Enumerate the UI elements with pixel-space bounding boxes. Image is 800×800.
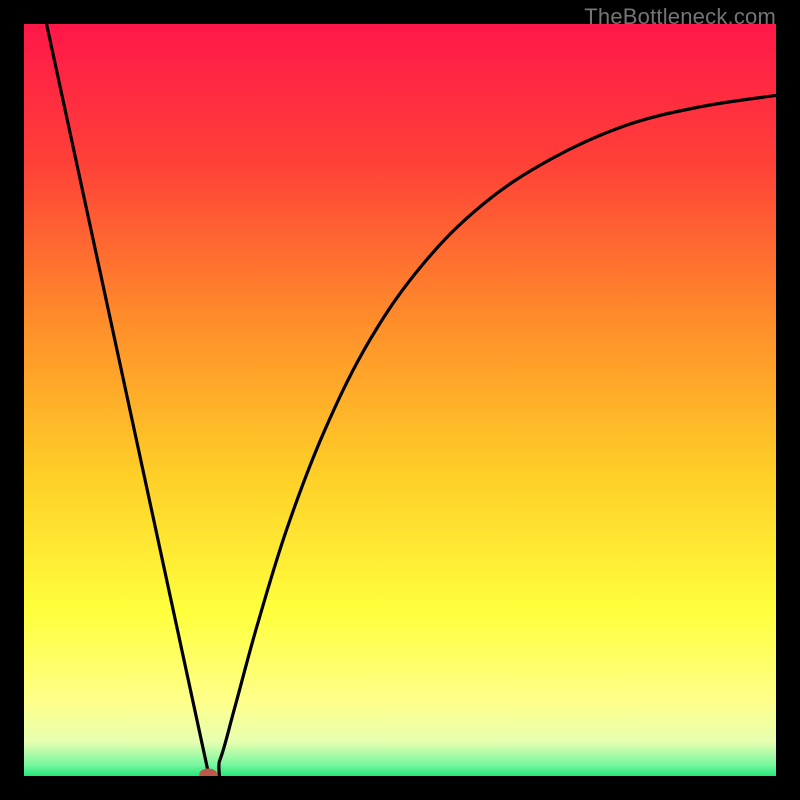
bottleneck-chart bbox=[24, 24, 776, 776]
watermark-text: TheBottleneck.com bbox=[584, 4, 776, 30]
chart-frame bbox=[24, 24, 776, 776]
gradient-background bbox=[24, 24, 776, 776]
